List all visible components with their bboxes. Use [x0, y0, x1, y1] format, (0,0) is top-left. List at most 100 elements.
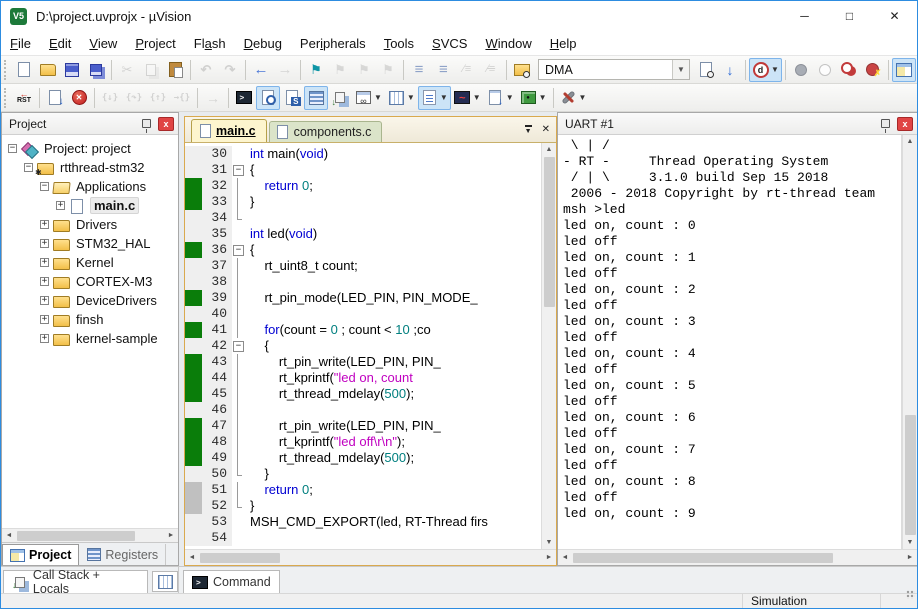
search-lookup-button[interactable]: ▼ [749, 58, 782, 82]
dropdown-arrow-icon[interactable]: ▼ [771, 65, 779, 74]
close-icon[interactable]: x [897, 117, 913, 131]
code-line-54[interactable]: 54 [185, 530, 541, 546]
menu-svcs[interactable]: SVCS [423, 33, 476, 54]
fold-collapse-icon[interactable] [232, 162, 245, 178]
search-combobox[interactable]: DMA▼ [538, 59, 690, 80]
reset-button[interactable] [12, 86, 36, 110]
expand-icon[interactable]: + [40, 315, 49, 324]
code-line-37[interactable]: 37 rt_uint8_t count; [185, 258, 541, 274]
pin-icon[interactable] [142, 119, 151, 128]
tree-item-kernel-sample[interactable]: +kernel-sample [2, 329, 178, 348]
bookmark-prev-button[interactable] [328, 58, 352, 82]
collapse-icon[interactable]: − [24, 163, 33, 172]
step-out-button[interactable] [146, 86, 170, 110]
tree-item-project-project[interactable]: −Project: project [2, 139, 178, 158]
code-line-48[interactable]: 48 rt_kprintf("led off\r\n"); [185, 434, 541, 450]
menu-peripherals[interactable]: Peripherals [291, 33, 375, 54]
bookmark-next-button[interactable] [352, 58, 376, 82]
step-over-button[interactable] [122, 86, 146, 110]
memory-window-button[interactable] [152, 571, 178, 592]
step-into-button[interactable] [98, 86, 122, 110]
scroll-left-icon[interactable]: ◄ [185, 551, 199, 564]
code-line-40[interactable]: 40 [185, 306, 541, 322]
menu-view[interactable]: View [80, 33, 126, 54]
editor-close-icon[interactable]: ✕ [542, 124, 550, 135]
expand-icon[interactable]: + [40, 296, 49, 305]
find-in-files-folder-button[interactable] [510, 58, 534, 82]
project-horizontal-scrollbar[interactable]: ◄ ► [2, 528, 178, 542]
bp-toggle-button[interactable] [789, 58, 813, 82]
code-line-42[interactable]: 42 { [185, 338, 541, 354]
next-statement-button[interactable] [201, 86, 225, 110]
paste-button[interactable] [163, 58, 187, 82]
expand-icon[interactable]: + [40, 277, 49, 286]
find-in-files-doc-button[interactable] [694, 58, 718, 82]
code-line-45[interactable]: 45 rt_thread_mdelay(500); [185, 386, 541, 402]
editor-tab-components-c[interactable]: components.c [269, 121, 383, 142]
tree-item-devicedrivers[interactable]: +DeviceDrivers [2, 291, 178, 310]
close-icon[interactable]: x [158, 117, 174, 131]
maximize-button[interactable]: □ [827, 1, 872, 31]
cut-button[interactable] [115, 58, 139, 82]
run-button[interactable] [43, 86, 67, 110]
bookmark-clear-button[interactable] [376, 58, 400, 82]
scroll-thumb[interactable] [17, 531, 135, 541]
nav-back-button[interactable] [249, 58, 273, 82]
code-line-46[interactable]: 46 [185, 402, 541, 418]
uart-vertical-scrollbar[interactable]: ▲ ▼ [902, 135, 917, 549]
tab-call-stack-locals[interactable]: Call Stack + Locals [3, 570, 148, 593]
menu-debug[interactable]: Debug [235, 33, 291, 54]
indent-button[interactable] [407, 58, 431, 82]
menu-flash[interactable]: Flash [185, 33, 235, 54]
stop-button[interactable] [67, 86, 91, 110]
scroll-left-icon[interactable]: ◄ [2, 529, 16, 542]
dropdown-arrow-icon[interactable]: ▼ [506, 93, 514, 102]
code-line-38[interactable]: 38 [185, 274, 541, 290]
scroll-left-icon[interactable]: ◄ [558, 551, 572, 564]
undo-button[interactable] [194, 58, 218, 82]
code-line-39[interactable]: 39 rt_pin_mode(LED_PIN, PIN_MODE_ [185, 290, 541, 306]
code-line-36[interactable]: 36{ [185, 242, 541, 258]
run-to-cursor-button[interactable] [170, 86, 194, 110]
code-line-44[interactable]: 44 rt_kprintf("led on, count [185, 370, 541, 386]
menu-tools[interactable]: Tools [375, 33, 423, 54]
toolbar-grip[interactable] [4, 88, 9, 108]
scroll-thumb[interactable] [905, 415, 916, 535]
watch-window-button[interactable]: ▼ [352, 86, 385, 110]
bookmark-toggle-button[interactable] [304, 58, 328, 82]
tab-project[interactable]: Project [2, 544, 79, 565]
expand-icon[interactable]: + [56, 201, 65, 210]
tree-item-applications[interactable]: −Applications [2, 177, 178, 196]
scroll-up-icon[interactable]: ▲ [542, 143, 556, 156]
collapse-icon[interactable]: − [8, 144, 17, 153]
close-button[interactable]: ✕ [872, 1, 917, 31]
serial-window-button[interactable]: ▼ [418, 86, 451, 110]
scroll-right-icon[interactable]: ► [164, 529, 178, 542]
code-line-51[interactable]: 51 return 0; [185, 482, 541, 498]
find-incremental-button[interactable] [718, 58, 742, 82]
editor-vertical-scrollbar[interactable]: ▲ ▼ [541, 143, 556, 549]
comment-button[interactable] [455, 58, 479, 82]
save-button[interactable] [60, 58, 84, 82]
dropdown-arrow-icon[interactable]: ▼ [539, 93, 547, 102]
code-line-53[interactable]: 53MSH_CMD_EXPORT(led, RT-Thread firs [185, 514, 541, 530]
analysis-window-button[interactable]: ▼ [451, 86, 484, 110]
menu-help[interactable]: Help [541, 33, 586, 54]
uart-horizontal-scrollbar[interactable]: ◄ ► [558, 549, 917, 565]
fold-collapse-icon[interactable] [232, 338, 245, 354]
expand-icon[interactable]: + [40, 220, 49, 229]
dropdown-arrow-icon[interactable]: ▼ [440, 93, 448, 102]
code-line-34[interactable]: 34 [185, 210, 541, 226]
collapse-icon[interactable]: − [40, 182, 49, 191]
uncomment-button[interactable] [479, 58, 503, 82]
tree-item-drivers[interactable]: +Drivers [2, 215, 178, 234]
dropdown-arrow-icon[interactable]: ▼ [407, 93, 415, 102]
dropdown-arrow-icon[interactable]: ▼ [579, 93, 587, 102]
registers-window-button[interactable] [304, 86, 328, 110]
code-line-41[interactable]: 41 for(count = 0 ; count < 10 ;co [185, 322, 541, 338]
callstack-window-button[interactable] [328, 86, 352, 110]
minimize-button[interactable]: ─ [782, 1, 827, 31]
disassembly-window-button[interactable] [256, 86, 280, 110]
dropdown-arrow-icon[interactable]: ▼ [374, 93, 382, 102]
tab-registers[interactable]: Registers [79, 544, 166, 565]
